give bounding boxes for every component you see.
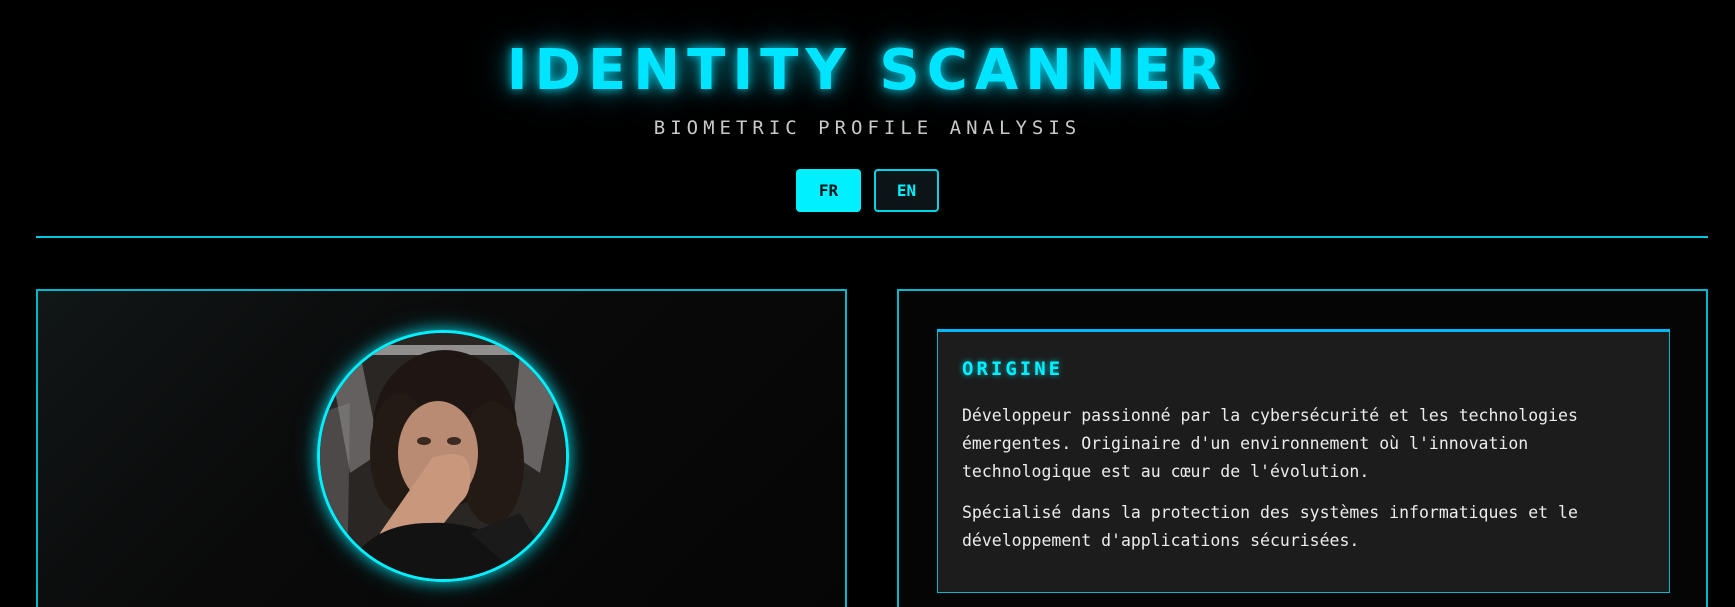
origin-paragraph: Développeur passionné par la cybersécuri… — [962, 406, 1578, 481]
identity-scanner-page: IDENTITY SCANNER BIOMETRIC PROFILE ANALY… — [0, 0, 1735, 607]
page-subtitle: BIOMETRIC PROFILE ANALYSIS — [653, 117, 1082, 139]
origin-card: ORIGINE Développeur passionné par la cyb… — [937, 329, 1670, 593]
specialty-paragraph: Spécialisé dans la protection des systèm… — [962, 503, 1578, 550]
language-button-en[interactable]: EN — [874, 169, 939, 212]
header-divider — [36, 236, 1708, 238]
language-button-fr[interactable]: FR — [796, 169, 861, 212]
profile-panel — [36, 289, 847, 607]
info-panel: ORIGINE Développeur passionné par la cyb… — [897, 289, 1708, 607]
language-switcher: FR EN — [0, 169, 1735, 212]
section-title: ORIGINE — [962, 358, 1064, 380]
profile-photo-icon — [320, 333, 566, 579]
page-title: IDENTITY SCANNER — [506, 38, 1229, 103]
avatar — [317, 330, 569, 582]
